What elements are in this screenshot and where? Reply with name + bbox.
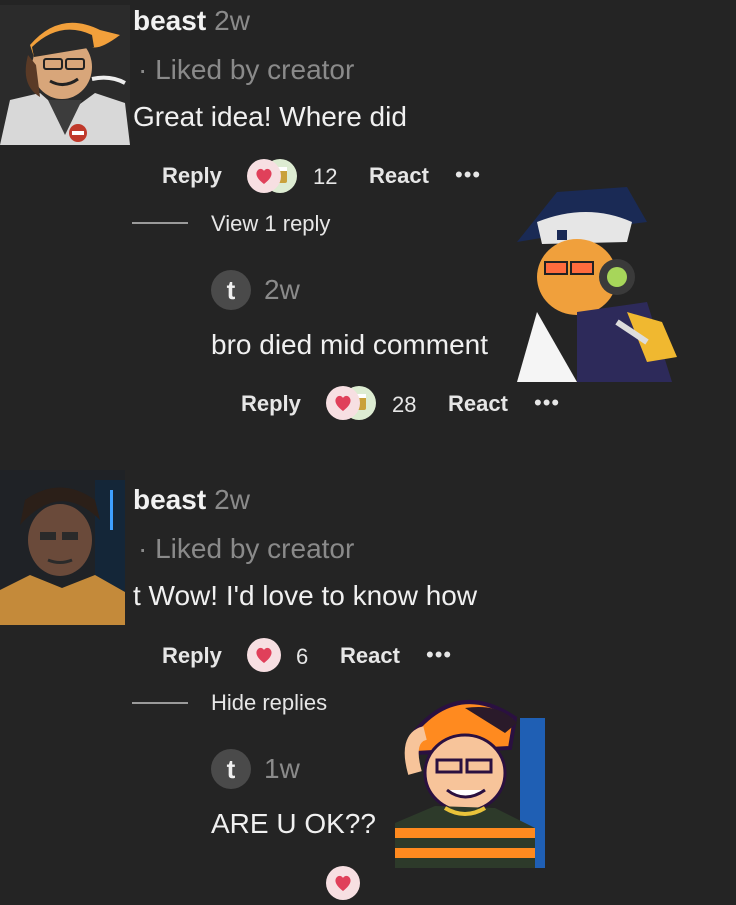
reaction-count: 28 — [392, 392, 417, 417]
character-sticker — [497, 182, 682, 382]
view-replies-link[interactable]: View 1 reply — [211, 211, 330, 237]
comment-time: 2w — [214, 484, 250, 515]
thread-divider — [132, 222, 188, 224]
reaction-summary[interactable] — [247, 638, 283, 674]
reply-avatar[interactable]: t — [211, 270, 251, 310]
reply-time: 2w — [264, 274, 300, 305]
avatar[interactable] — [0, 5, 130, 145]
reaction-count: 12 — [313, 164, 338, 189]
comment-username[interactable]: beast 2w — [133, 5, 250, 37]
reply-button[interactable]: Reply — [162, 163, 222, 189]
avatar[interactable] — [0, 470, 125, 625]
reaction-summary[interactable] — [247, 159, 299, 195]
comment-username[interactable]: beast 2w — [133, 484, 250, 516]
reply-button[interactable]: Reply — [162, 643, 222, 669]
reply-text: ARE U OK?? — [211, 808, 376, 839]
username-text[interactable]: beast — [133, 484, 206, 515]
comment-text: Great idea! Where did — [133, 101, 407, 132]
heart-reaction-icon — [247, 638, 281, 672]
reply-button[interactable]: Reply — [241, 391, 301, 417]
character-sticker — [385, 678, 545, 868]
liked-by-creator: · Liked by creator — [138, 533, 355, 564]
username-text[interactable]: beast — [133, 5, 206, 36]
more-dots-icon[interactable]: ••• — [534, 390, 560, 416]
react-button[interactable]: React — [369, 163, 429, 189]
liked-by-creator: · Liked by creator — [138, 54, 355, 85]
react-button[interactable]: React — [448, 391, 508, 417]
react-button[interactable]: React — [340, 643, 400, 669]
reaction-summary[interactable] — [326, 866, 362, 902]
reply-text: bro died mid comment — [211, 329, 489, 360]
comment-text: t Wow! I'd love to know how — [133, 580, 478, 611]
more-dots-icon[interactable]: ••• — [426, 642, 452, 668]
heart-reaction-icon — [326, 386, 360, 420]
reaction-summary[interactable] — [326, 386, 378, 422]
reaction-count: 6 — [296, 644, 309, 669]
more-dots-icon[interactable]: ••• — [455, 162, 481, 188]
heart-reaction-icon — [326, 866, 360, 900]
reply-avatar[interactable]: t — [211, 749, 251, 789]
heart-reaction-icon — [247, 159, 281, 193]
hide-replies-link[interactable]: Hide replies — [211, 690, 327, 716]
reply-time: 1w — [264, 753, 300, 784]
thread-divider — [132, 702, 188, 704]
comment-time: 2w — [214, 5, 250, 36]
